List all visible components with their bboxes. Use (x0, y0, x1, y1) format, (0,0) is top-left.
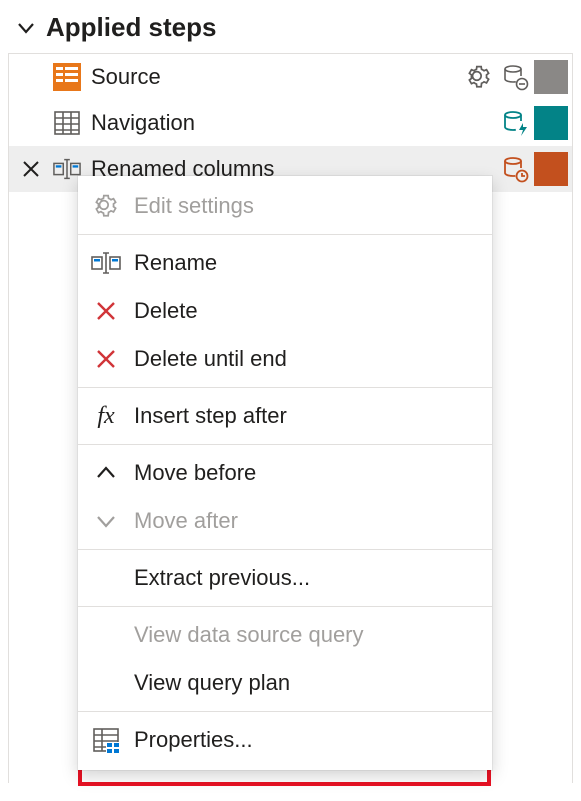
gear-icon[interactable] (462, 60, 496, 94)
menu-separator (78, 444, 492, 445)
menu-extract-previous[interactable]: Extract previous... (78, 554, 492, 602)
delete-icon (78, 300, 134, 322)
menu-view-data-source-query: View data source query (78, 611, 492, 659)
menu-properties[interactable]: Properties... (78, 716, 492, 764)
menu-edit-settings: Edit settings (78, 182, 492, 230)
menu-label: Rename (134, 250, 217, 276)
menu-delete[interactable]: Delete (78, 287, 492, 335)
table-icon (53, 109, 81, 137)
menu-insert-step-after[interactable]: fx Insert step after (78, 392, 492, 440)
menu-separator (78, 387, 492, 388)
gear-icon (78, 193, 134, 219)
properties-icon (78, 727, 134, 753)
delete-icon (78, 348, 134, 370)
chevron-up-icon (78, 462, 134, 484)
database-clock-icon[interactable] (498, 152, 532, 186)
database-minus-icon[interactable] (498, 60, 532, 94)
accent-bar (534, 152, 568, 186)
menu-label: Delete (134, 298, 198, 324)
menu-label: View data source query (134, 622, 364, 648)
menu-view-query-plan[interactable]: View query plan (78, 659, 492, 707)
menu-move-before[interactable]: Move before (78, 449, 492, 497)
menu-separator (78, 606, 492, 607)
step-item[interactable]: Navigation (9, 100, 572, 146)
accent-bar (534, 60, 568, 94)
rename-icon (78, 251, 134, 275)
menu-separator (78, 549, 492, 550)
step-context-menu: Edit settings Rename Delete Delete until… (78, 176, 492, 770)
step-item[interactable]: Source (9, 54, 572, 100)
panel-title: Applied steps (46, 12, 216, 43)
step-label: Navigation (81, 110, 498, 136)
menu-label: Insert step after (134, 403, 287, 429)
menu-separator (78, 711, 492, 712)
chevron-down-icon (16, 18, 36, 38)
delete-step-icon[interactable] (20, 158, 42, 180)
menu-label: View query plan (134, 670, 290, 696)
database-bolt-icon[interactable] (498, 106, 532, 140)
menu-label: Edit settings (134, 193, 254, 219)
menu-label: Move after (134, 508, 238, 534)
menu-label: Delete until end (134, 346, 287, 372)
rename-columns-icon (53, 155, 81, 183)
menu-move-after: Move after (78, 497, 492, 545)
panel-header[interactable]: Applied steps (0, 8, 581, 53)
menu-separator (78, 234, 492, 235)
menu-label: Properties... (134, 727, 253, 753)
source-icon (53, 63, 81, 91)
accent-bar (534, 106, 568, 140)
menu-rename[interactable]: Rename (78, 239, 492, 287)
menu-delete-until-end[interactable]: Delete until end (78, 335, 492, 383)
step-label: Source (81, 64, 462, 90)
fx-icon: fx (78, 403, 134, 430)
chevron-down-icon (78, 510, 134, 532)
menu-label: Extract previous... (134, 565, 310, 591)
menu-label: Move before (134, 460, 256, 486)
